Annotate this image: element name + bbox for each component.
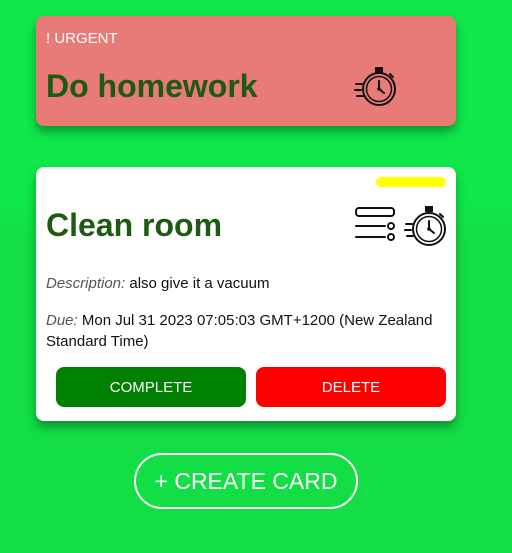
stopwatch-icon[interactable]: [354, 66, 398, 108]
stopwatch-icon[interactable]: [404, 205, 448, 249]
urgent-label: ! URGENT: [46, 30, 118, 47]
task-card[interactable]: Clean room Description: also give it a v…: [36, 167, 456, 421]
complete-button[interactable]: COMPLETE: [56, 367, 246, 407]
due-field: Due: Mon Jul 31 2023 07:05:03 GMT+1200 (…: [46, 310, 442, 352]
description-label: Description:: [46, 275, 126, 292]
create-card-button[interactable]: + CREATE CARD: [134, 453, 358, 509]
due-value: Mon Jul 31 2023 07:05:03 GMT+1200 (New Z…: [46, 312, 433, 350]
description-value: also give it a vacuum: [129, 275, 270, 292]
description-field: Description: also give it a vacuum: [46, 273, 442, 294]
delete-button[interactable]: DELETE: [256, 367, 446, 407]
list-icon[interactable]: [354, 205, 398, 249]
priority-bar: [376, 177, 446, 187]
due-label: Due:: [46, 312, 78, 329]
urgent-task-card[interactable]: ! URGENT Do homework: [36, 16, 456, 126]
card-title: Do homework: [46, 68, 258, 104]
card-title: Clean room: [46, 207, 223, 243]
